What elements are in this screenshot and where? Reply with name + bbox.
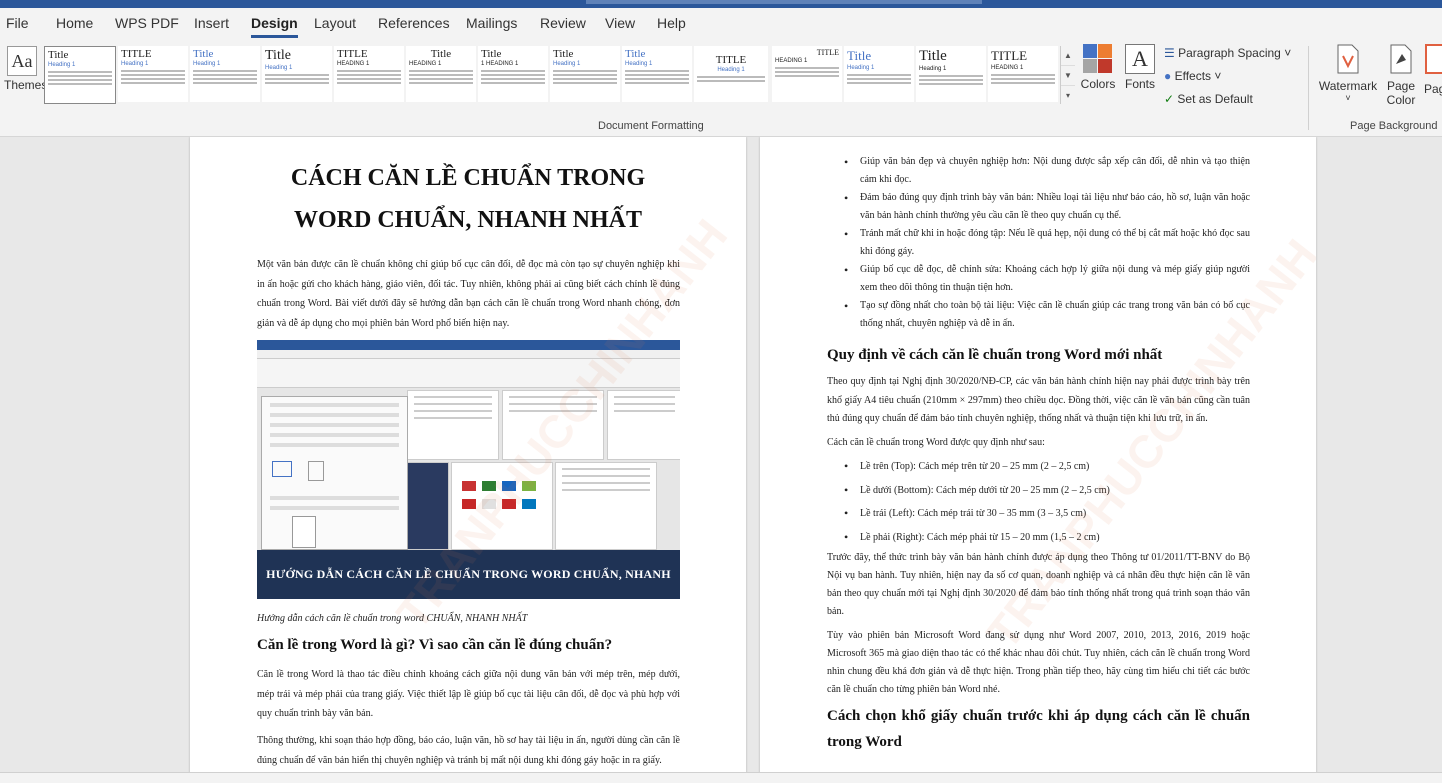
tab-home[interactable]: Home <box>56 15 93 31</box>
image-banner: HƯỚNG DẪN CÁCH CĂN LỀ CHUẨN TRONG WORD C… <box>257 550 680 599</box>
style-set-thumb[interactable]: Title Heading 1 <box>44 46 116 104</box>
fonts-label: Fonts <box>1124 77 1155 91</box>
list-item: Tránh mất chữ khi in hoặc đóng tập: Nếu … <box>827 225 1250 261</box>
style-set-gallery: Title Heading 1 TITLE Heading 1 Title Headi… <box>44 46 1060 104</box>
fonts-icon: A <box>1125 44 1155 74</box>
gallery-more-icon[interactable]: ▾ <box>1061 86 1075 105</box>
style-set-thumb[interactable]: Title HEADING 1 <box>406 46 476 102</box>
section-heading: Cách chọn khổ giấy chuẩn trước khi áp dụ… <box>827 708 1250 750</box>
paragraph-spacing-button[interactable]: ☰ Paragraph Spacing ˅ <box>1164 46 1291 60</box>
fonts-button[interactable]: A Fonts <box>1122 44 1158 91</box>
style-set-thumb[interactable]: TITLE HEADING 1 <box>334 46 404 102</box>
style-set-thumb[interactable]: Title Heading 1 <box>262 46 332 102</box>
benefits-list: Giúp văn bản đẹp và chuyên nghiệp hơn: N… <box>827 153 1250 333</box>
style-set-thumb[interactable]: TITLE HEADING 1 <box>772 46 842 102</box>
list-item: Lề trái (Left): Cách mép trái từ 30 – 35… <box>827 502 1250 526</box>
document-title: CÁCH CĂN LỀ CHUẨN TRONG WORD CHUẨN, NHAN… <box>290 165 646 233</box>
style-set-thumb[interactable]: Title Heading 1 <box>550 46 620 102</box>
colors-icon <box>1083 44 1112 73</box>
colors-button[interactable]: Colors <box>1080 44 1116 91</box>
paragraph: Trước đây, thể thức trình bày văn bản hà… <box>827 552 1250 617</box>
tab-design[interactable]: Design <box>251 15 298 38</box>
colors-label: Colors <box>1080 77 1116 91</box>
list-item: Tạo sự đồng nhất cho toàn bộ tài liệu: V… <box>827 297 1250 333</box>
page-borders-icon <box>1425 44 1442 74</box>
style-set-thumb[interactable]: Title Heading 1 <box>190 46 260 102</box>
themes-button[interactable]: Aa Themes <box>4 46 48 92</box>
tab-file[interactable]: File <box>6 15 29 31</box>
tab-insert[interactable]: Insert <box>194 15 229 31</box>
list-item: Lề phải (Right): Cách mép phải từ 15 – 2… <box>827 526 1250 550</box>
style-set-thumb[interactable]: Title Heading 1 <box>844 46 914 102</box>
status-bar <box>0 772 1442 783</box>
themes-label: Themes <box>4 78 48 92</box>
document-page-1[interactable]: CÁCH CĂN LỀ CHUẨN TRONG WORD CHUẨN, NHAN… <box>190 137 746 772</box>
ribbon-design: Aa Themes Title Heading 1 TITLE Heading 1 … <box>0 40 1442 137</box>
style-set-thumb[interactable]: Title Heading 1 <box>622 46 692 102</box>
tab-references[interactable]: References <box>378 15 450 31</box>
list-item: Lề dưới (Bottom): Cách mép dưới từ 20 – … <box>827 479 1250 503</box>
intro-paragraph: Một văn bản được căn lề chuẩn không chỉ … <box>257 259 680 329</box>
style-set-thumb[interactable]: TITLE Heading 1 <box>694 46 768 102</box>
section-heading: Căn lề trong Word là gì? Vì sao cần căn … <box>257 637 613 653</box>
document-page-2[interactable]: Giúp văn bản đẹp và chuyên nghiệp hơn: N… <box>760 137 1316 772</box>
effects-label: Effects <box>1174 69 1212 83</box>
tab-layout[interactable]: Layout <box>314 15 356 31</box>
tab-view[interactable]: View <box>605 15 635 31</box>
set-as-default-label: Set as Default <box>1177 92 1253 106</box>
paragraph: Thông thường, khi soạn thảo hợp đồng, bá… <box>257 735 680 766</box>
effects-button[interactable]: ● Effects ˅ <box>1164 69 1221 83</box>
tab-wps-pdf[interactable]: WPS PDF <box>115 15 179 31</box>
list-item: Giúp bố cục dễ đọc, dễ chỉnh sửa: Khoảng… <box>827 261 1250 297</box>
style-set-thumb[interactable]: Title 1 HEADING 1 <box>478 46 548 102</box>
ribbon-tabs: File Home WPS PDF Insert Design Layout R… <box>0 8 1442 40</box>
set-as-default-button[interactable]: ✓ Set as Default <box>1164 92 1253 106</box>
paragraph-spacing-icon: ☰ <box>1164 46 1175 60</box>
paragraph-spacing-label: Paragraph Spacing <box>1178 46 1281 60</box>
paragraph: Theo quy định tại Nghị định 30/2020/NĐ-C… <box>827 376 1250 424</box>
group-separator <box>1308 46 1309 130</box>
style-set-thumb[interactable]: TITLE HEADING 1 <box>988 46 1058 102</box>
page-background-group-label: Page Background <box>1350 120 1438 132</box>
paragraph: Tùy vào phiên bản Microsoft Word đang sử… <box>827 630 1250 695</box>
gallery-up-icon[interactable]: ▲ <box>1061 46 1075 66</box>
page-borders-button[interactable]: Page Bo <box>1424 44 1442 96</box>
document-formatting-group-label: Document Formatting <box>598 120 704 132</box>
style-set-thumb[interactable]: Title Heading 1 <box>916 46 986 102</box>
margin-rules-list: Lề trên (Top): Cách mép trên từ 20 – 25 … <box>827 455 1250 549</box>
tab-help[interactable]: Help <box>657 15 686 31</box>
image-caption: Hướng dẫn cách căn lề chuẩn trong word C… <box>257 613 528 624</box>
search-box[interactable] <box>586 0 982 4</box>
paragraph: Căn lề trong Word là thao tác điều chỉnh… <box>257 669 680 720</box>
gallery-down-icon[interactable]: ▼ <box>1061 66 1075 86</box>
list-item: Giúp văn bản đẹp và chuyên nghiệp hơn: N… <box>827 153 1250 189</box>
list-item: Lề trên (Top): Cách mép trên từ 20 – 25 … <box>827 455 1250 479</box>
page-color-button[interactable]: Page Color <box>1380 44 1422 107</box>
page-color-icon <box>1390 44 1412 74</box>
tab-review[interactable]: Review <box>540 15 586 31</box>
document-canvas: CÁCH CĂN LỀ CHUẨN TRONG WORD CHUẨN, NHAN… <box>0 137 1442 772</box>
watermark-icon <box>1337 44 1359 74</box>
title-bar <box>0 0 1442 8</box>
watermark-button[interactable]: Watermark ˅ <box>1316 44 1380 103</box>
tab-mailings[interactable]: Mailings <box>466 15 517 31</box>
watermark-label: Watermark <box>1318 79 1378 93</box>
article-image: HƯỚNG DẪN CÁCH CĂN LỀ CHUẨN TRONG WORD C… <box>257 340 680 599</box>
style-set-thumb[interactable]: TITLE Heading 1 <box>118 46 188 102</box>
section-heading: Quy định về cách căn lề chuẩn trong Word… <box>827 347 1163 363</box>
paragraph: Cách căn lề chuẩn trong Word được quy đị… <box>827 437 1045 448</box>
chevron-down-icon: ˅ <box>1345 93 1351 103</box>
checkmark-circle-icon: ✓ <box>1164 92 1175 106</box>
page-borders-label: Page Bo <box>1424 82 1442 96</box>
gallery-scroll: ▲ ▼ ▾ <box>1060 46 1075 104</box>
page-setup-dialog <box>261 396 408 550</box>
effects-icon: ● <box>1164 69 1172 83</box>
themes-icon: Aa <box>7 46 37 76</box>
list-item: Đảm bảo đúng quy định trình bày văn bản:… <box>827 189 1250 225</box>
page-color-label: Page Color <box>1386 79 1416 107</box>
